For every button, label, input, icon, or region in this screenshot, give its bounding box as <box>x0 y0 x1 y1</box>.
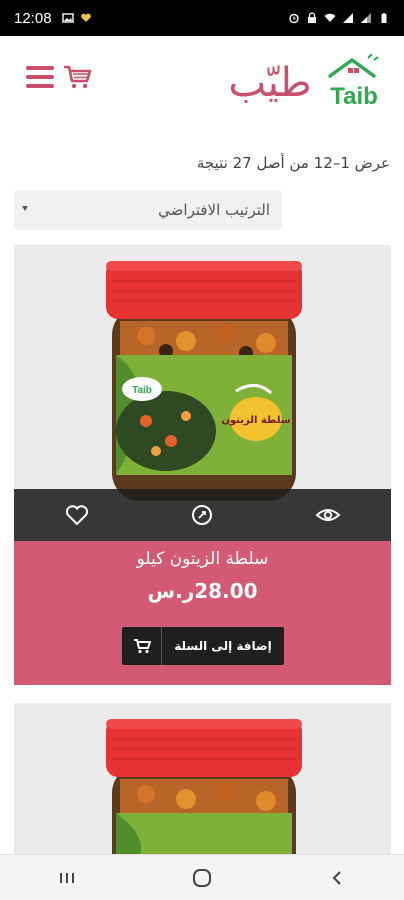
add-to-cart-cart-part <box>122 627 162 665</box>
olive-salad-jar-image <box>106 719 302 863</box>
sort-selected-label: الترتيب الافتراضي <box>158 201 270 219</box>
cart-icon <box>133 639 151 654</box>
home-button[interactable] <box>182 863 222 893</box>
heart-notification-icon <box>80 13 91 22</box>
olive-salad-jar-image: سلطة الزيتون Taib <box>106 261 302 501</box>
wifi-icon <box>324 13 336 22</box>
menu-icon[interactable] <box>26 66 54 88</box>
recent-apps-icon <box>60 872 75 883</box>
jar-brand-text: Taib <box>132 385 152 396</box>
status-right-icons <box>288 12 390 24</box>
logo-latin-text: Taib <box>330 83 378 110</box>
compare-button[interactable] <box>187 500 217 530</box>
sort-dropdown[interactable]: الترتيب الافتراضي <box>14 190 282 230</box>
site-header: طيّب Taib <box>0 36 404 120</box>
back-icon <box>332 870 341 885</box>
wishlist-button[interactable] <box>62 500 92 530</box>
product-card[interactable] <box>14 703 391 863</box>
jar-logo: Taib <box>122 377 162 401</box>
cart-icon[interactable] <box>62 62 94 92</box>
logo-arabic-text: طيّب <box>228 60 311 106</box>
product-title[interactable]: سلطة الزيتون كيلو <box>14 549 391 569</box>
battery-icon <box>381 13 387 23</box>
lock-icon <box>308 12 316 23</box>
product-action-bar <box>14 489 391 541</box>
signal-icon <box>361 13 371 23</box>
product-image[interactable] <box>14 703 391 863</box>
jar-label-text: سلطة الزيتون <box>221 415 290 426</box>
product-card[interactable]: سلطة الزيتون Taib سلطة الزيتون كيلو 28.0… <box>14 245 391 685</box>
product-image[interactable]: سلطة الزيتون Taib <box>14 245 391 541</box>
compare-icon <box>192 505 213 525</box>
house-icon <box>328 53 379 78</box>
home-icon <box>192 868 211 887</box>
logo[interactable]: طيّب Taib <box>214 50 390 112</box>
results-count: عرض 1–12 من أصل 27 نتيجة <box>196 154 390 172</box>
back-button[interactable] <box>317 863 357 893</box>
product-info: سلطة الزيتون كيلو 28.00ر.س إضافة إلى الس… <box>14 541 391 685</box>
image-icon <box>61 13 74 23</box>
eye-icon <box>315 509 341 521</box>
status-bar: 12:08 <box>0 0 404 36</box>
status-time: 12:08 <box>14 9 52 27</box>
alarm-icon <box>289 13 299 24</box>
add-to-cart-button[interactable]: إضافة إلى السلة <box>122 627 284 665</box>
system-nav-bar <box>0 854 404 900</box>
signal-icon <box>343 13 353 23</box>
quick-view-button[interactable] <box>313 500 343 530</box>
recent-apps-button[interactable] <box>47 863 87 893</box>
product-price: 28.00ر.س <box>147 579 258 603</box>
add-to-cart-label: إضافة إلى السلة <box>174 639 272 653</box>
status-left-icons <box>61 12 92 24</box>
chevron-down-icon <box>22 206 28 211</box>
heart-icon <box>65 505 88 526</box>
